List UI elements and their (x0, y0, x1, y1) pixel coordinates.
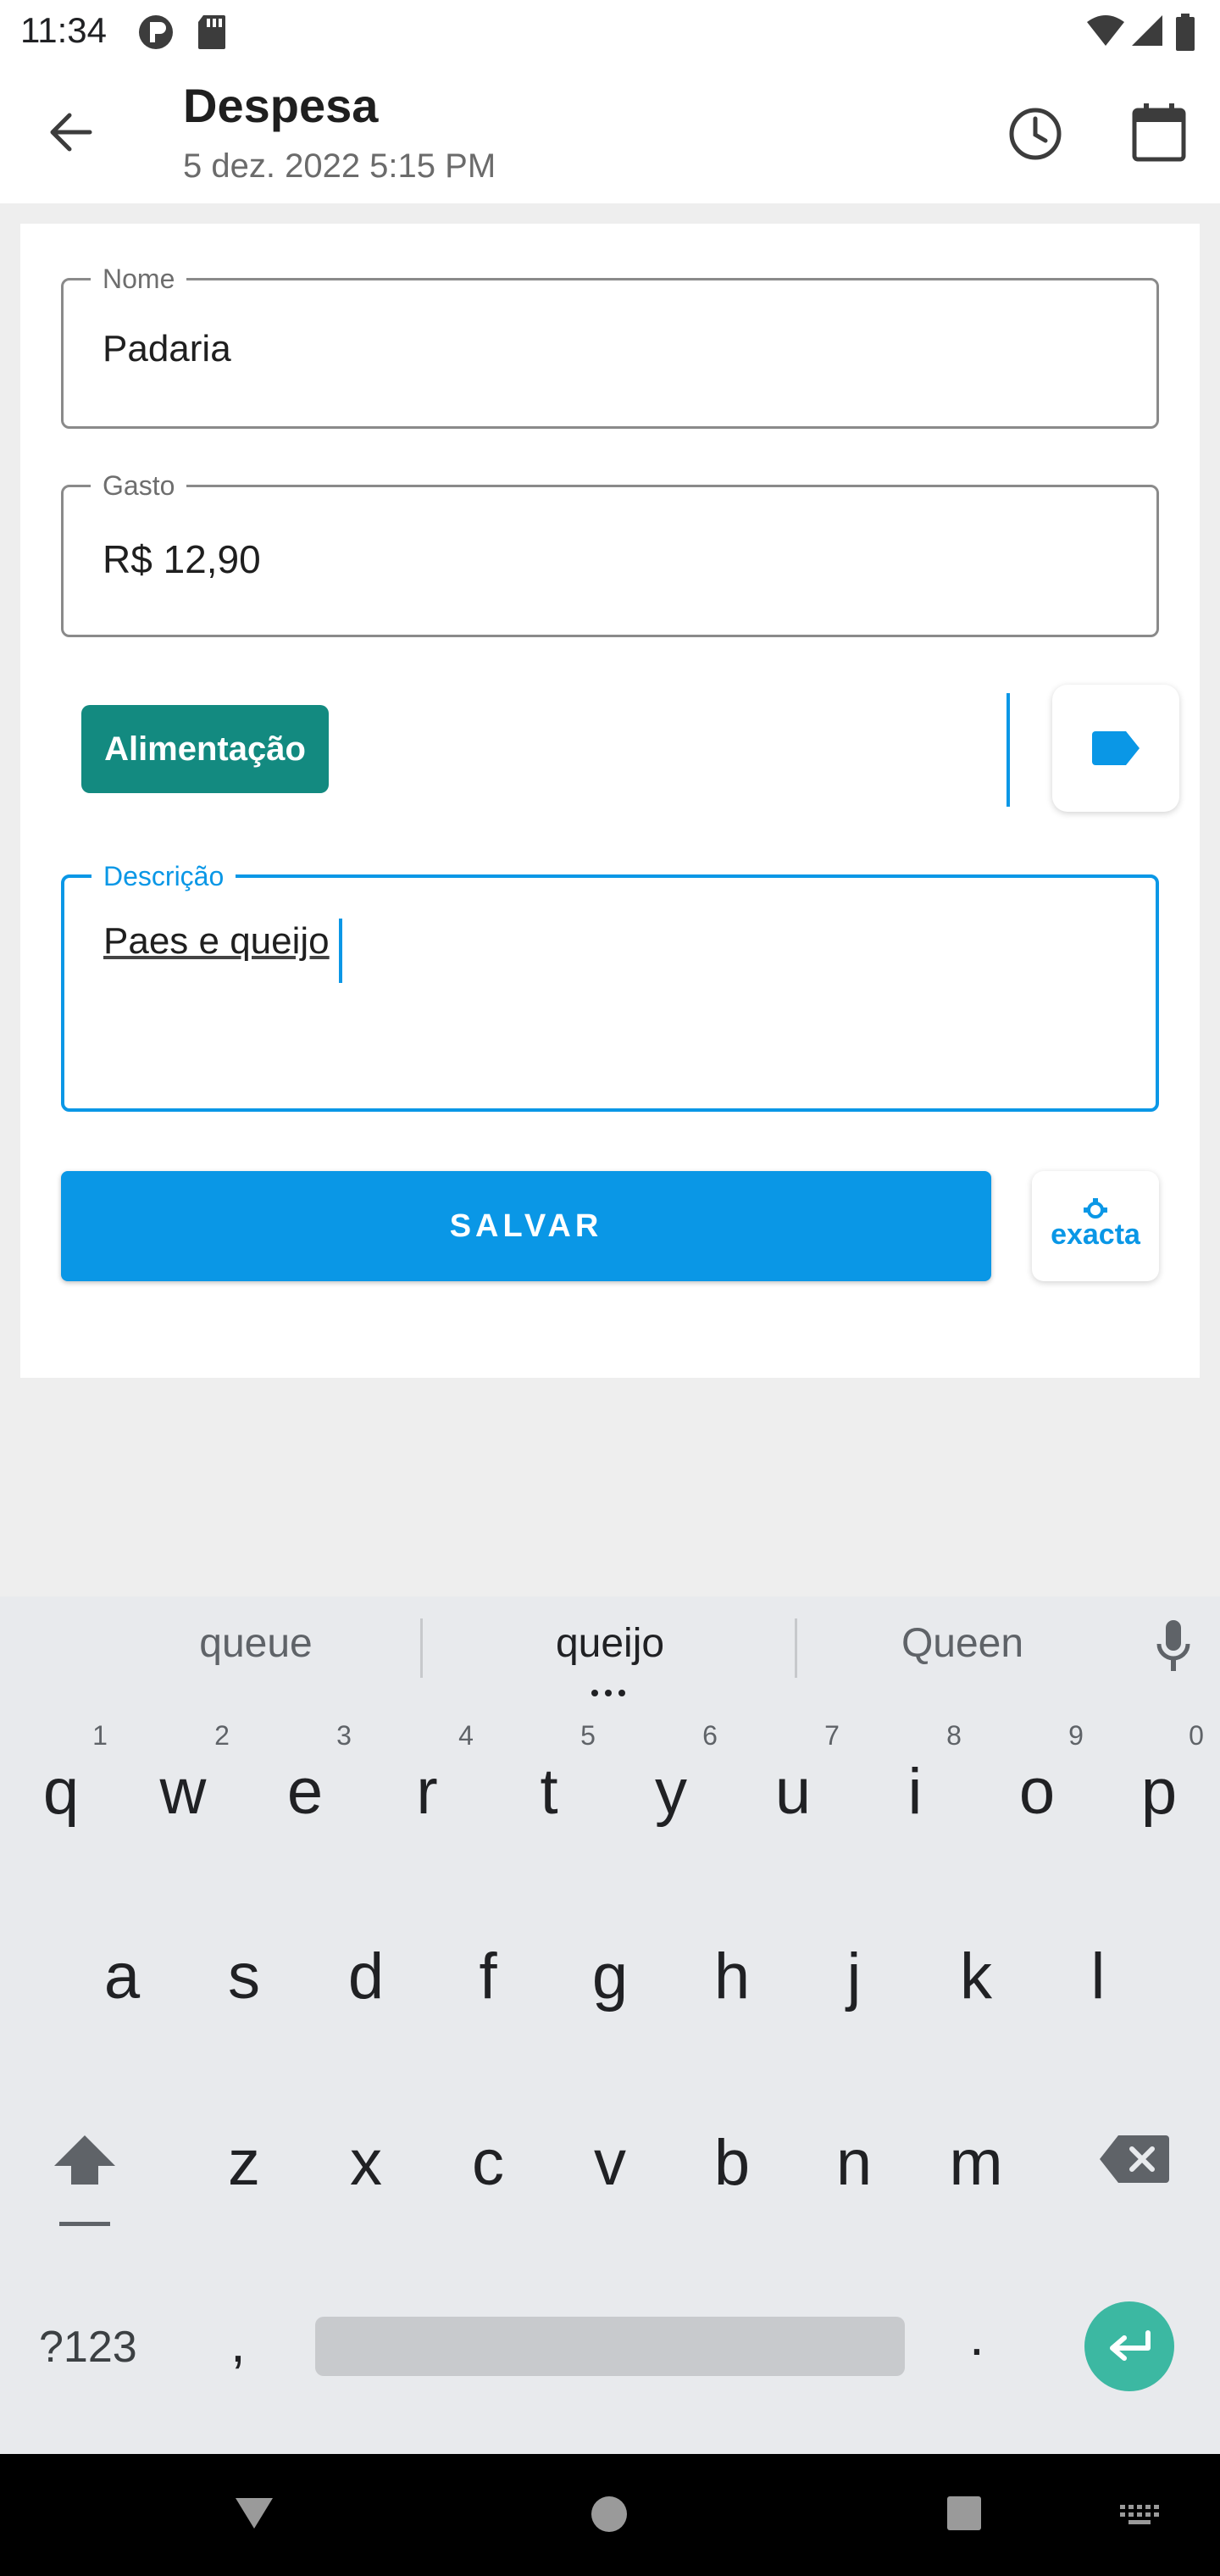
description-field[interactable]: Descrição Paes e queijo (61, 859, 1159, 1112)
key-d[interactable]: d (315, 1939, 417, 2015)
suggestion-1[interactable]: queue (129, 1620, 383, 1667)
name-field[interactable]: Nome Padaria (61, 262, 1159, 429)
home-nav-icon[interactable] (590, 2495, 629, 2534)
exacta-logo-text: exacta (1051, 1219, 1140, 1251)
key-e[interactable]: e (254, 1754, 356, 1830)
gear-icon (1084, 1198, 1107, 1219)
key-g[interactable]: g (559, 1939, 661, 2015)
key-hint-0: 0 (1189, 1720, 1204, 1751)
shift-key[interactable] (34, 2125, 136, 2235)
amount-field-label: Gasto (91, 469, 187, 502)
key-hint-8: 8 (946, 1720, 962, 1751)
calendar-icon[interactable] (1130, 102, 1188, 163)
key-j[interactable]: j (803, 1939, 905, 2015)
period-key[interactable]: . (969, 2305, 984, 2368)
key-q[interactable]: q (10, 1754, 112, 1830)
key-t[interactable]: t (498, 1754, 600, 1830)
key-p[interactable]: p (1108, 1754, 1210, 1830)
symbols-key[interactable]: ?123 (39, 2322, 137, 2373)
tag-icon (1092, 731, 1140, 765)
key-m[interactable]: m (925, 2125, 1027, 2201)
key-z[interactable]: z (193, 2125, 295, 2201)
key-hint-5: 5 (580, 1720, 596, 1751)
key-hint-1: 1 (92, 1720, 108, 1751)
key-w[interactable]: w (132, 1754, 234, 1830)
category-chip[interactable]: Alimentação (81, 705, 329, 793)
key-hint-6: 6 (702, 1720, 718, 1751)
key-y[interactable]: y (620, 1754, 722, 1830)
key-o[interactable]: o (986, 1754, 1088, 1830)
clock-icon[interactable] (1006, 105, 1064, 163)
suggestion-divider (795, 1618, 797, 1678)
key-x[interactable]: x (315, 2125, 417, 2201)
description-field-value: Paes e queijo (103, 920, 330, 962)
description-field-label: Descrição (92, 859, 236, 893)
recents-nav-icon[interactable] (946, 2495, 983, 2532)
signal-icon (1132, 15, 1162, 46)
exacta-logo-button[interactable]: exacta (1032, 1171, 1159, 1281)
key-n[interactable]: n (803, 2125, 905, 2201)
key-r[interactable]: r (376, 1754, 478, 1830)
amount-field-value: R$ 12,90 (103, 537, 261, 581)
enter-key[interactable] (1084, 2301, 1174, 2391)
status-time: 11:34 (20, 10, 107, 50)
wifi-icon (1087, 15, 1124, 46)
battery-icon (1176, 14, 1195, 51)
key-hint-3: 3 (336, 1720, 352, 1751)
app-notification-icon (139, 15, 173, 49)
keyboard-switch-icon[interactable] (1118, 2503, 1162, 2527)
page-title: Despesa (183, 79, 379, 132)
back-nav-icon[interactable] (232, 2495, 276, 2532)
key-i[interactable]: i (864, 1754, 966, 1830)
suggestion-3[interactable]: Queen (835, 1620, 1090, 1667)
key-hint-7: 7 (824, 1720, 840, 1751)
page-subtitle: 5 dez. 2022 5:15 PM (183, 147, 496, 185)
more-suggestions-icon[interactable] (588, 1686, 629, 1696)
key-b[interactable]: b (681, 2125, 783, 2201)
key-hint-2: 2 (214, 1720, 230, 1751)
name-field-value: Padaria (103, 328, 231, 369)
sd-card-icon (198, 15, 225, 49)
comma-key[interactable]: , (230, 2312, 246, 2374)
key-v[interactable]: v (559, 2125, 661, 2201)
space-key[interactable] (315, 2317, 905, 2376)
key-hint-9: 9 (1068, 1720, 1084, 1751)
name-field-label: Nome (91, 262, 187, 296)
tag-button[interactable] (1052, 685, 1179, 812)
suggestion-divider (420, 1618, 423, 1678)
category-divider (1006, 693, 1010, 807)
save-button[interactable]: SALVAR (61, 1171, 991, 1281)
key-l[interactable]: l (1047, 1939, 1149, 2015)
arrow-back-icon[interactable] (46, 108, 93, 156)
key-hint-4: 4 (458, 1720, 474, 1751)
status-bar (0, 0, 1220, 63)
amount-field[interactable]: Gasto R$ 12,90 (61, 469, 1159, 637)
key-a[interactable]: a (71, 1939, 173, 2015)
text-cursor (339, 919, 342, 983)
shift-icon (54, 2135, 115, 2226)
backspace-key[interactable] (1098, 2132, 1171, 2186)
key-k[interactable]: k (925, 1939, 1027, 2015)
key-h[interactable]: h (681, 1939, 783, 2015)
suggestion-2[interactable]: queijo (483, 1620, 737, 1667)
key-s[interactable]: s (193, 1939, 295, 2015)
backspace-icon (1100, 2135, 1169, 2183)
key-u[interactable]: u (742, 1754, 844, 1830)
enter-icon (1110, 2330, 1151, 2361)
key-c[interactable]: c (437, 2125, 539, 2201)
key-f[interactable]: f (437, 1939, 539, 2015)
microphone-icon[interactable] (1154, 1618, 1193, 1674)
